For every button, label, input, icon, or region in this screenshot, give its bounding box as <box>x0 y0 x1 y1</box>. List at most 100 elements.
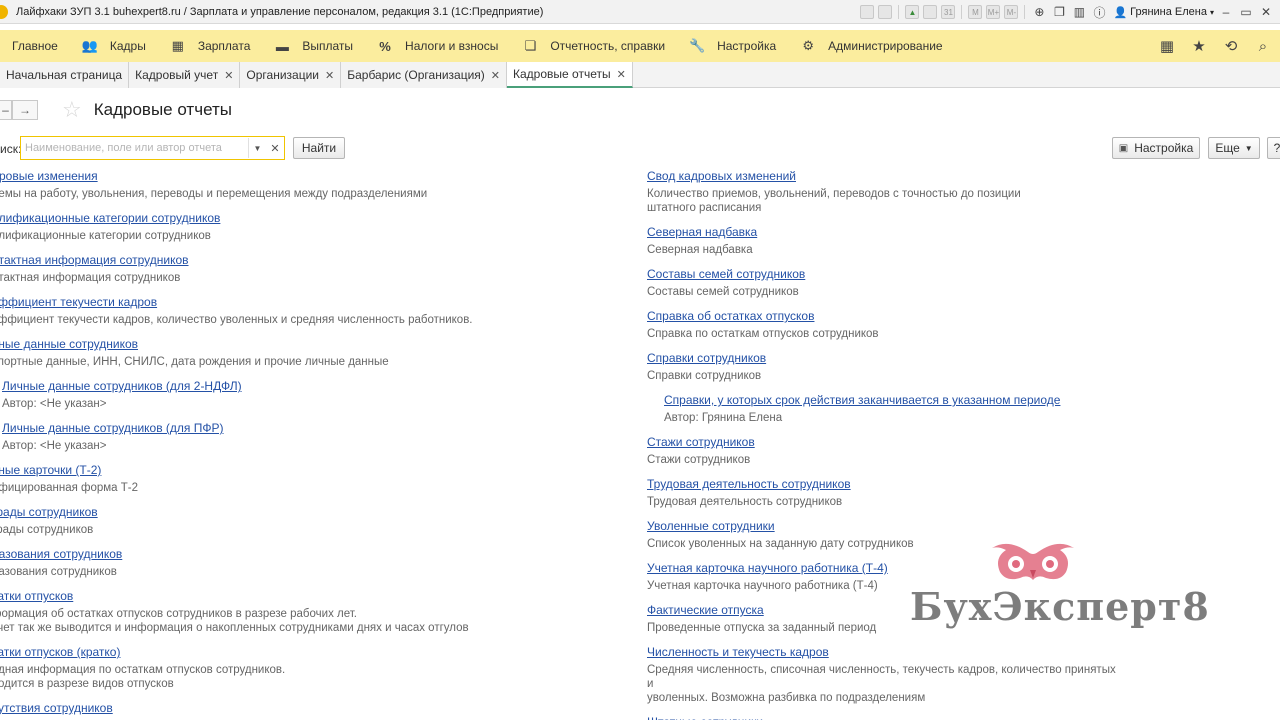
forward-button[interactable]: → <box>12 100 38 120</box>
menu-item-taxes[interactable]: % Налоги и взносы <box>365 30 510 62</box>
report-link[interactable]: Трудовая деятельность сотрудников <box>647 476 1117 492</box>
watermark: БухЭксперт8 <box>910 540 1209 640</box>
report-link[interactable]: алификационные категории сотрудников <box>0 210 612 226</box>
report-item: нтактная информация сотрудников нтактная … <box>0 252 612 285</box>
memory-plus-icon[interactable]: M+ <box>986 5 1001 19</box>
find-button[interactable]: Найти <box>293 137 345 159</box>
report-link[interactable]: сутствия сотрудников <box>0 700 612 716</box>
back-button[interactable]: – <box>0 100 12 120</box>
report-link[interactable]: Личные данные сотрудников (для 2-НДФЛ) <box>2 378 612 394</box>
search-box: ▼ ✕ <box>20 136 285 160</box>
more-button[interactable]: Еще ▼ <box>1208 137 1260 159</box>
report-link[interactable]: татки отпусков <box>0 588 612 604</box>
report-item: Стажи сотрудников Стажи сотрудников <box>647 434 1117 467</box>
apps-grid-icon[interactable]: ▦ <box>1158 37 1176 55</box>
close-icon[interactable]: ✕ <box>617 68 626 81</box>
report-link[interactable]: Северная надбавка <box>647 224 1117 240</box>
report-link[interactable]: Свод кадровых изменений <box>647 168 1117 184</box>
menu-item-label: Кадры <box>109 39 146 53</box>
calculator-icon[interactable] <box>923 5 938 19</box>
report-link[interactable]: разования сотрудников <box>0 546 612 562</box>
report-description: водится в разрезе видов отпусков <box>0 678 174 690</box>
memory-minus-icon[interactable]: M- <box>1004 5 1019 19</box>
close-icon[interactable]: ✕ <box>1258 4 1274 20</box>
memory-m-icon[interactable]: M <box>968 5 983 19</box>
close-icon[interactable]: ✕ <box>491 69 500 82</box>
owl-logo-icon <box>992 543 1074 580</box>
report-link[interactable]: Справки, у которых срок действия заканчи… <box>664 392 1117 408</box>
menu-item-salary[interactable]: ▦ Зарплата <box>158 30 263 62</box>
gear-icon: ⚙ <box>802 38 814 53</box>
report-link[interactable]: Личные данные сотрудников (для ПФР) <box>2 420 612 436</box>
more-button-label: Еще <box>1215 141 1240 155</box>
menu-item-reporting[interactable]: ❏ Отчетность, справки <box>510 30 677 62</box>
report-link[interactable]: эффициент текучести кадров <box>0 294 612 310</box>
report-description: иемы на работу, увольнения, переводы и п… <box>0 188 428 200</box>
tab-label: Кадровые отчеты <box>513 67 611 81</box>
tab-organizations[interactable]: Организации ✕ <box>240 62 342 88</box>
report-item: Численность и текучесть кадров Средняя чи… <box>647 644 1117 705</box>
info-icon[interactable]: ⓘ <box>1091 4 1107 20</box>
report-link[interactable]: Стажи сотрудников <box>647 434 1117 450</box>
print-icon[interactable] <box>878 5 893 19</box>
close-icon[interactable]: ✕ <box>325 69 334 82</box>
report-description: Справка по остаткам отпусков сотрудников <box>647 328 879 340</box>
favorite-icon[interactable]: ▲ <box>905 5 920 19</box>
report-link[interactable]: Штатные сотрудники <box>647 714 1117 720</box>
clear-icon[interactable]: ✕ <box>266 138 284 158</box>
toolbar-divider <box>898 5 900 19</box>
minimize-icon[interactable]: – <box>1218 4 1234 20</box>
report-link[interactable]: грады сотрудников <box>0 504 612 520</box>
report-item: Штатные сотрудники <box>647 714 1117 720</box>
report-link[interactable]: Составы семей сотрудников <box>647 266 1117 282</box>
history-icon[interactable]: ⟲ <box>1222 37 1240 55</box>
menu-item-main[interactable]: Главное <box>0 30 70 62</box>
tab-home[interactable]: Начальная страница <box>0 62 130 88</box>
report-link[interactable]: чные карточки (Т-2) <box>0 462 612 478</box>
restore-icon[interactable]: ❐ <box>1051 4 1067 20</box>
tab-personnel-accounting[interactable]: Кадровый учет ✕ <box>129 62 241 88</box>
report-link[interactable]: татки отпусков (кратко) <box>0 644 612 660</box>
report-link[interactable]: Уволенные сотрудники <box>647 518 1117 534</box>
save-icon[interactable] <box>860 5 875 19</box>
tab-personnel-reports[interactable]: Кадровые отчеты ✕ <box>507 62 633 88</box>
favorite-star-icon[interactable]: ☆ <box>62 97 82 123</box>
zoom-icon[interactable]: ⊕ <box>1031 4 1047 20</box>
chevron-down-icon[interactable]: ▼ <box>248 138 266 158</box>
watermark-text: БухЭксперт8 <box>910 584 1210 629</box>
calendar-icon[interactable]: 31 <box>941 5 956 19</box>
user-name: Грянина Елена <box>1130 6 1207 18</box>
menu-item-payments[interactable]: ▬ Выплаты <box>262 30 365 62</box>
search-icon[interactable]: ⌕ <box>1254 37 1272 55</box>
report-link[interactable]: Численность и текучесть кадров <box>647 644 1117 660</box>
report-item: эффициент текучести кадров эффициент теку… <box>0 294 612 327</box>
report-description: формация об остатках отпусков сотруднико… <box>0 608 357 620</box>
report-item: чные данные сотрудников спортные данные, … <box>0 336 612 369</box>
favorites-star-icon[interactable]: ★ <box>1190 37 1208 55</box>
maximize-icon[interactable]: ▭ <box>1238 4 1254 20</box>
menu-item-settings[interactable]: 🔧 Настройка <box>677 30 788 62</box>
user-menu[interactable]: 👤 Грянина Елена ▾ <box>1113 6 1214 19</box>
report-description: тчет так же выводится и информация о нак… <box>0 622 469 634</box>
report-description: Количество приемов, увольнений, переводо… <box>647 188 1021 200</box>
settings-icon: ▣ <box>1118 142 1129 154</box>
report-item: Справки, у которых срок действия заканчи… <box>647 392 1117 425</box>
tab-organization-card[interactable]: Барбарис (Организация) ✕ <box>341 62 508 88</box>
sidebar-icon[interactable]: ▥ <box>1071 4 1087 20</box>
toolbar-divider <box>1024 5 1026 19</box>
report-item: Справка об остатках отпусков Справка по о… <box>647 308 1117 341</box>
menu-item-admin[interactable]: ⚙ Администрирование <box>788 30 954 62</box>
report-link[interactable]: чные данные сотрудников <box>0 336 612 352</box>
menu-item-label: Отчетность, справки <box>550 39 666 53</box>
close-icon[interactable]: ✕ <box>224 69 233 82</box>
report-link[interactable]: Справки сотрудников <box>647 350 1117 366</box>
help-button[interactable]: ? <box>1267 137 1280 159</box>
chevron-down-icon: ▼ <box>1244 143 1253 153</box>
report-link[interactable]: дровые изменения <box>0 168 612 184</box>
settings-button[interactable]: ▣ Настройка <box>1112 137 1200 159</box>
report-link[interactable]: нтактная информация сотрудников <box>0 252 612 268</box>
search-input[interactable] <box>21 138 248 158</box>
app-logo-icon <box>0 4 8 19</box>
menu-item-personnel[interactable]: 👥 Кадры <box>70 30 158 62</box>
report-link[interactable]: Справка об остатках отпусков <box>647 308 1117 324</box>
